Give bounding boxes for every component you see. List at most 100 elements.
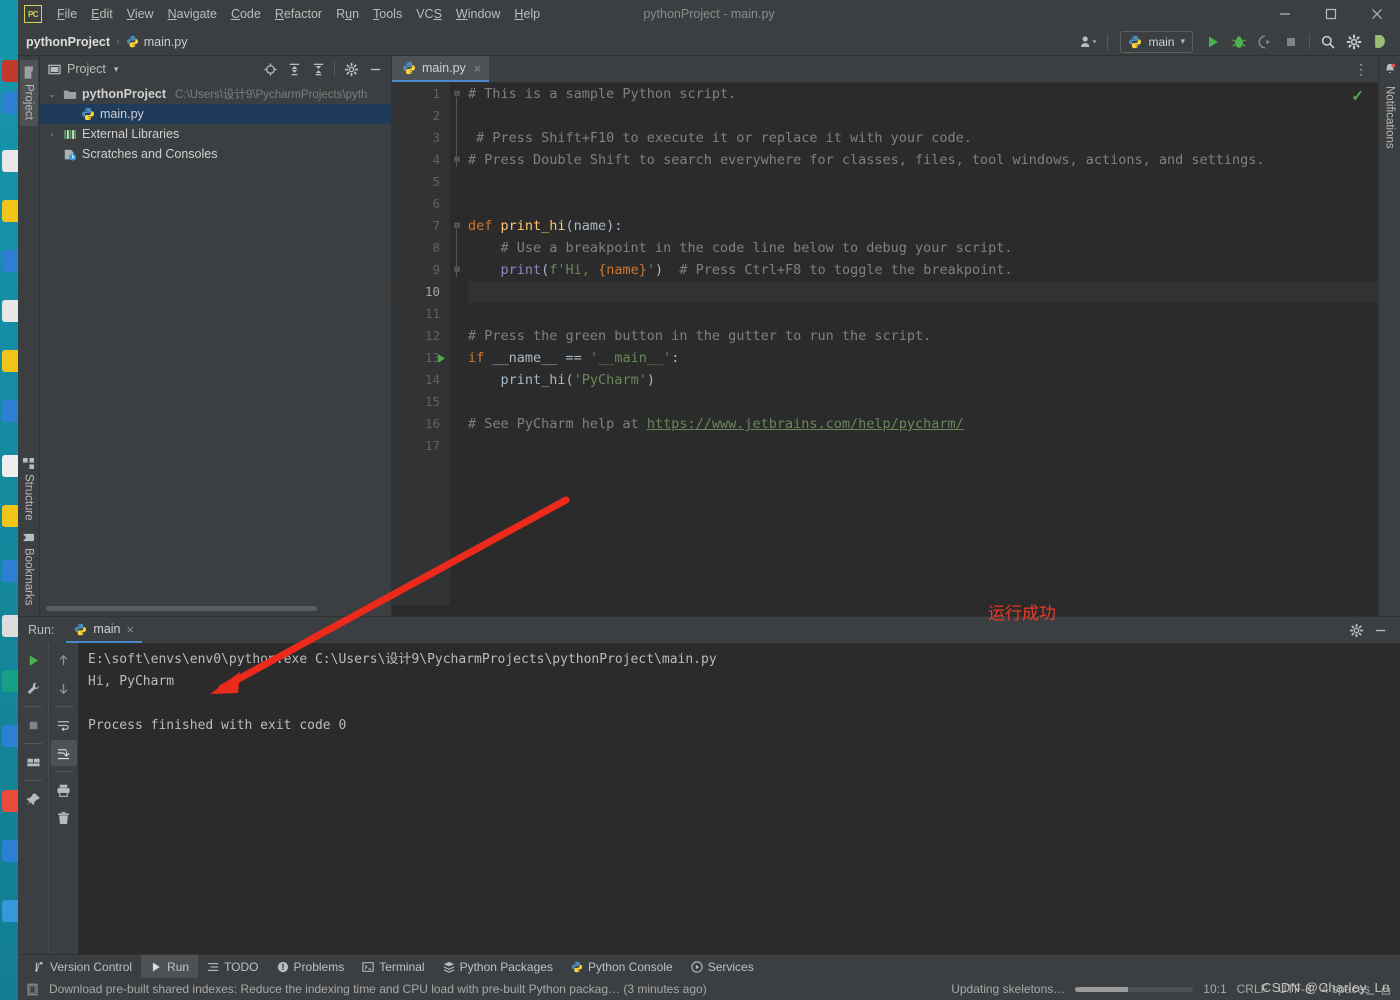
menu-item-code[interactable]: Code xyxy=(224,3,268,25)
tree-expand-arrow-icon[interactable]: › xyxy=(46,129,58,139)
hide-run-panel-icon[interactable] xyxy=(1368,618,1392,642)
code-fold-icon[interactable]: ⊟ xyxy=(452,83,462,105)
packages-icon xyxy=(443,961,455,973)
menu-item-vcs[interactable]: VCS xyxy=(409,3,449,25)
tree-node-main-py[interactable]: main.py xyxy=(40,104,391,124)
tree-node-external-libraries[interactable]: › External Libraries xyxy=(40,124,391,144)
left-stripe-item-structure[interactable]: Structure xyxy=(21,452,37,527)
status-message[interactable]: Download pre-built shared indexes: Reduc… xyxy=(49,982,707,996)
code-token: # See PyCharm help at xyxy=(468,416,647,432)
ide-assistant-icon[interactable] xyxy=(1368,30,1392,54)
breadcrumb-item-pythonproject[interactable]: pythonProject xyxy=(26,35,110,49)
select-opened-file-icon[interactable] xyxy=(258,57,282,81)
tool-window-tab-python-packages[interactable]: Python Packages xyxy=(434,955,562,979)
run-coverage-button[interactable] xyxy=(1253,30,1277,54)
run-tab-main[interactable]: main × xyxy=(66,617,143,643)
run-panel-header: Run: main × xyxy=(18,617,1400,643)
code-lines: # This is a sample Python script. # Pres… xyxy=(456,83,1378,457)
expand-all-icon[interactable] xyxy=(282,57,306,81)
clear-all-button[interactable] xyxy=(51,805,77,831)
pycharm-window: PC File Edit View Navigate Code Refactor Run To… xyxy=(18,0,1400,1000)
maximize-button[interactable] xyxy=(1308,0,1354,28)
menu-item-navigate[interactable]: Navigate xyxy=(161,3,224,25)
close-icon[interactable]: × xyxy=(474,61,482,76)
left-stripe-item-bookmarks[interactable]: Bookmarks xyxy=(21,526,37,612)
editor-gutter[interactable]: 1 2 3 4 5 6 7 8 9 10 11 12 13 14 15 16 17 xyxy=(392,83,450,605)
breadcrumb-item-main-py[interactable]: main.py xyxy=(144,35,188,49)
window-controls xyxy=(1262,0,1400,28)
editor-options-icon[interactable]: ⋮ xyxy=(1344,56,1378,82)
run-configuration-selector[interactable]: main ▾ xyxy=(1120,30,1193,53)
search-everywhere-icon[interactable] xyxy=(1316,30,1340,54)
print-button[interactable] xyxy=(51,777,77,803)
folder-icon xyxy=(22,66,35,80)
tool-window-tab-terminal[interactable]: Terminal xyxy=(353,955,433,979)
tree-node-scratches-and-consoles[interactable]: Scratches and Consoles xyxy=(40,144,391,164)
project-horizontal-scrollbar[interactable] xyxy=(40,606,391,616)
debug-button[interactable] xyxy=(1227,30,1251,54)
code-link[interactable]: https://www.jetbrains.com/help/pycharm/ xyxy=(647,416,964,432)
tree-node-pythonproject[interactable]: ⌄ pythonProject C:\Users\设计9\PycharmProjec… xyxy=(40,84,391,104)
menu-item-view[interactable]: View xyxy=(120,3,161,25)
menu-item-help[interactable]: Help xyxy=(507,3,547,25)
stop-process-button[interactable] xyxy=(20,712,46,738)
editor-horizontal-scrollbar[interactable] xyxy=(392,605,1378,616)
code-editor[interactable]: ⊟ ⊟ ⊟ ⊟ # This is a sample Python script. #… xyxy=(450,83,1378,605)
code-fold-icon[interactable]: ⊟ xyxy=(452,215,462,237)
menu-item-refactor[interactable]: Refactor xyxy=(268,3,329,25)
pin-tab-button[interactable] xyxy=(20,786,46,812)
menu-item-tools[interactable]: Tools xyxy=(366,3,409,25)
menu-item-run[interactable]: Run xyxy=(329,3,366,25)
close-icon[interactable]: × xyxy=(127,622,135,637)
rerun-button[interactable] xyxy=(20,647,46,673)
close-button[interactable] xyxy=(1354,0,1400,28)
notification-icon[interactable] xyxy=(26,983,39,996)
run-settings-gear-icon[interactable] xyxy=(1344,618,1368,642)
run-gutter-icon[interactable] xyxy=(434,347,448,369)
tool-window-tab-todo[interactable]: TODO xyxy=(198,955,267,979)
settings-gear-icon[interactable] xyxy=(1342,30,1366,54)
bell-icon[interactable] xyxy=(1383,62,1397,76)
layout-settings-button[interactable] xyxy=(20,749,46,775)
hide-panel-icon[interactable] xyxy=(363,57,387,81)
menu-item-file[interactable]: File xyxy=(50,3,84,25)
code-fold-icon[interactable]: ⊟ xyxy=(452,149,462,171)
scrollbar-thumb[interactable] xyxy=(46,606,318,611)
pycharm-logo-icon: PC xyxy=(24,5,42,23)
menu-item-edit[interactable]: Edit xyxy=(84,3,120,25)
code-fold-icon[interactable]: ⊟ xyxy=(452,259,462,281)
project-settings-gear-icon[interactable] xyxy=(339,57,363,81)
left-stripe-item-project[interactable]: Project xyxy=(19,60,38,126)
up-the-stack-trace-button[interactable] xyxy=(51,647,77,673)
editor-tab-label: main.py xyxy=(422,61,466,75)
right-stripe-item-notifications[interactable]: Notifications xyxy=(1382,80,1398,155)
caret-position[interactable]: 10:1 xyxy=(1203,982,1226,996)
code-line xyxy=(468,281,1378,303)
inspection-status-icon[interactable]: ✓ xyxy=(1351,87,1364,105)
tool-window-tab-services[interactable]: Services xyxy=(682,955,763,979)
fold-column[interactable]: ⊟ ⊟ ⊟ ⊟ xyxy=(450,83,464,605)
scroll-to-end-button[interactable] xyxy=(50,740,77,766)
minimize-button[interactable] xyxy=(1262,0,1308,28)
line-number: 1 xyxy=(432,86,440,101)
stop-button[interactable] xyxy=(1279,30,1303,54)
tree-expand-arrow-icon[interactable]: ⌄ xyxy=(46,89,58,100)
tool-window-tab-version-control[interactable]: Version Control xyxy=(24,955,141,979)
python-file-icon xyxy=(402,61,416,75)
modify-run-configuration-button[interactable] xyxy=(20,675,46,701)
user-account-icon[interactable] xyxy=(1077,30,1101,54)
down-the-stack-trace-button[interactable] xyxy=(51,675,77,701)
collapse-all-icon[interactable] xyxy=(306,57,330,81)
tool-window-tab-run[interactable]: Run xyxy=(141,954,199,979)
soft-wrap-button[interactable] xyxy=(51,712,77,738)
run-button[interactable] xyxy=(1201,30,1225,54)
chevron-down-icon[interactable]: ▾ xyxy=(1180,36,1185,47)
menu-item-window[interactable]: Window xyxy=(449,3,507,25)
tool-window-tab-problems[interactable]: Problems xyxy=(268,955,354,979)
tool-window-tab-python-console[interactable]: Python Console xyxy=(562,955,682,979)
run-console-output[interactable]: E:\soft\envs\env0\python.exe C:\Users\设计… xyxy=(78,643,1400,954)
editor-tab-main-py[interactable]: main.py × xyxy=(392,56,490,82)
project-panel-chevron-down-icon[interactable]: ▾ xyxy=(114,64,119,75)
